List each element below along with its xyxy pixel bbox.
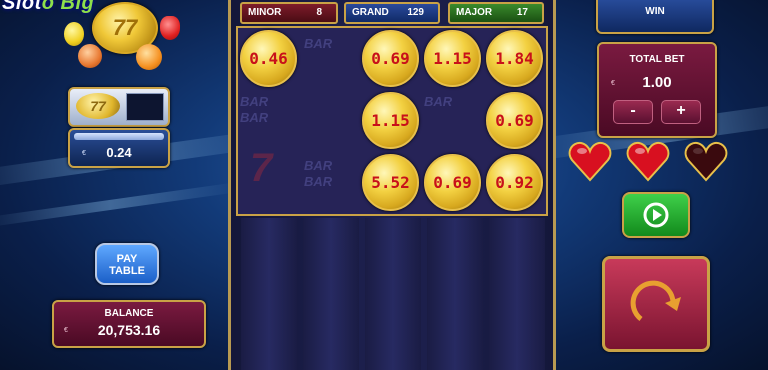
jackpot-grand: GRAND 129 <box>344 2 440 24</box>
autoplay-button[interactable] <box>622 192 690 238</box>
jackpot-name: MAJOR <box>456 7 493 18</box>
autoplay-icon <box>643 202 669 228</box>
coin-value-selector[interactable]: 77 <box>68 87 170 127</box>
pay-table-button[interactable]: PAY TABLE <box>95 243 159 285</box>
bonus-coin: 0.92 <box>486 154 543 211</box>
strawberry-icon <box>160 16 180 40</box>
bonus-coin: 1.15 <box>362 92 419 149</box>
bonus-coin: 0.69 <box>362 30 419 87</box>
ghost-bar-symbol: BAR <box>304 36 333 51</box>
reel-column <box>489 218 545 370</box>
bonus-coin: 1.84 <box>486 30 543 87</box>
spin-button[interactable] <box>602 256 710 352</box>
heart-icon <box>626 141 670 182</box>
bet-decrease-button[interactable]: - <box>613 100 653 124</box>
bonus-coin: 5.52 <box>362 154 419 211</box>
jackpot-major: MAJOR 17 <box>448 2 544 24</box>
background-light-streak <box>0 181 240 229</box>
balance-panel: BALANCE € 20,753.16 <box>52 300 206 348</box>
total-bet-panel: TOTAL BET € 1.00 - + <box>597 42 717 138</box>
coin-selector-slot[interactable] <box>126 93 164 121</box>
spin-icon <box>630 280 681 321</box>
balance-value: 20,753.16 <box>97 322 161 338</box>
win-label: WIN <box>645 6 665 17</box>
jackpot-name: MINOR <box>248 7 282 18</box>
jackpot-name: GRAND <box>352 7 389 18</box>
grapefruit-icon <box>78 44 102 68</box>
ghost-bar-symbol: BAR <box>424 94 453 109</box>
jackpot-value: 8 <box>316 7 322 18</box>
win-panel: WIN <box>596 0 714 34</box>
reel-column <box>303 218 359 370</box>
ghost-bar-symbol: BAR <box>240 94 269 109</box>
bonus-coin: 0.69 <box>486 92 543 149</box>
reel-column <box>365 218 421 370</box>
heart-empty-icon <box>684 141 728 182</box>
logo-text: Sloto Big <box>2 0 95 14</box>
bonus-coin: 0.69 <box>424 154 481 211</box>
reel-column <box>241 218 297 370</box>
jackpot-value: 17 <box>516 7 528 18</box>
ghost-bar-symbol: BAR <box>304 174 333 189</box>
jackpot-minor: MINOR 8 <box>240 2 338 24</box>
total-bet-label: TOTAL BET <box>629 54 685 65</box>
orange-icon <box>136 44 162 70</box>
coin-selector-icon[interactable]: 77 <box>76 93 120 119</box>
lemon-icon <box>64 22 84 46</box>
heart-icon <box>568 141 612 182</box>
bonus-coin: 0.46 <box>240 30 297 87</box>
stake-panel[interactable]: € 0.24 <box>68 128 170 168</box>
reel-column <box>427 218 483 370</box>
ghost-bar-symbol: BAR <box>304 158 333 173</box>
game-logo: Sloto Big 77 <box>0 0 200 72</box>
jackpot-value: 129 <box>407 7 424 18</box>
pay-table-label-1: PAY <box>116 253 138 265</box>
stake-slider-bar[interactable] <box>74 133 164 140</box>
ghost-seven-symbol: 7 <box>250 146 273 190</box>
stake-value: 0.24 <box>106 145 132 160</box>
bet-increase-button[interactable]: + <box>661 100 701 124</box>
ghost-bar-symbol: BAR <box>240 110 269 125</box>
total-bet-value: 1.00 <box>642 74 672 91</box>
pay-table-label-2: TABLE <box>109 265 145 277</box>
bonus-coin: 1.15 <box>424 30 481 87</box>
balance-label: BALANCE <box>104 308 154 319</box>
